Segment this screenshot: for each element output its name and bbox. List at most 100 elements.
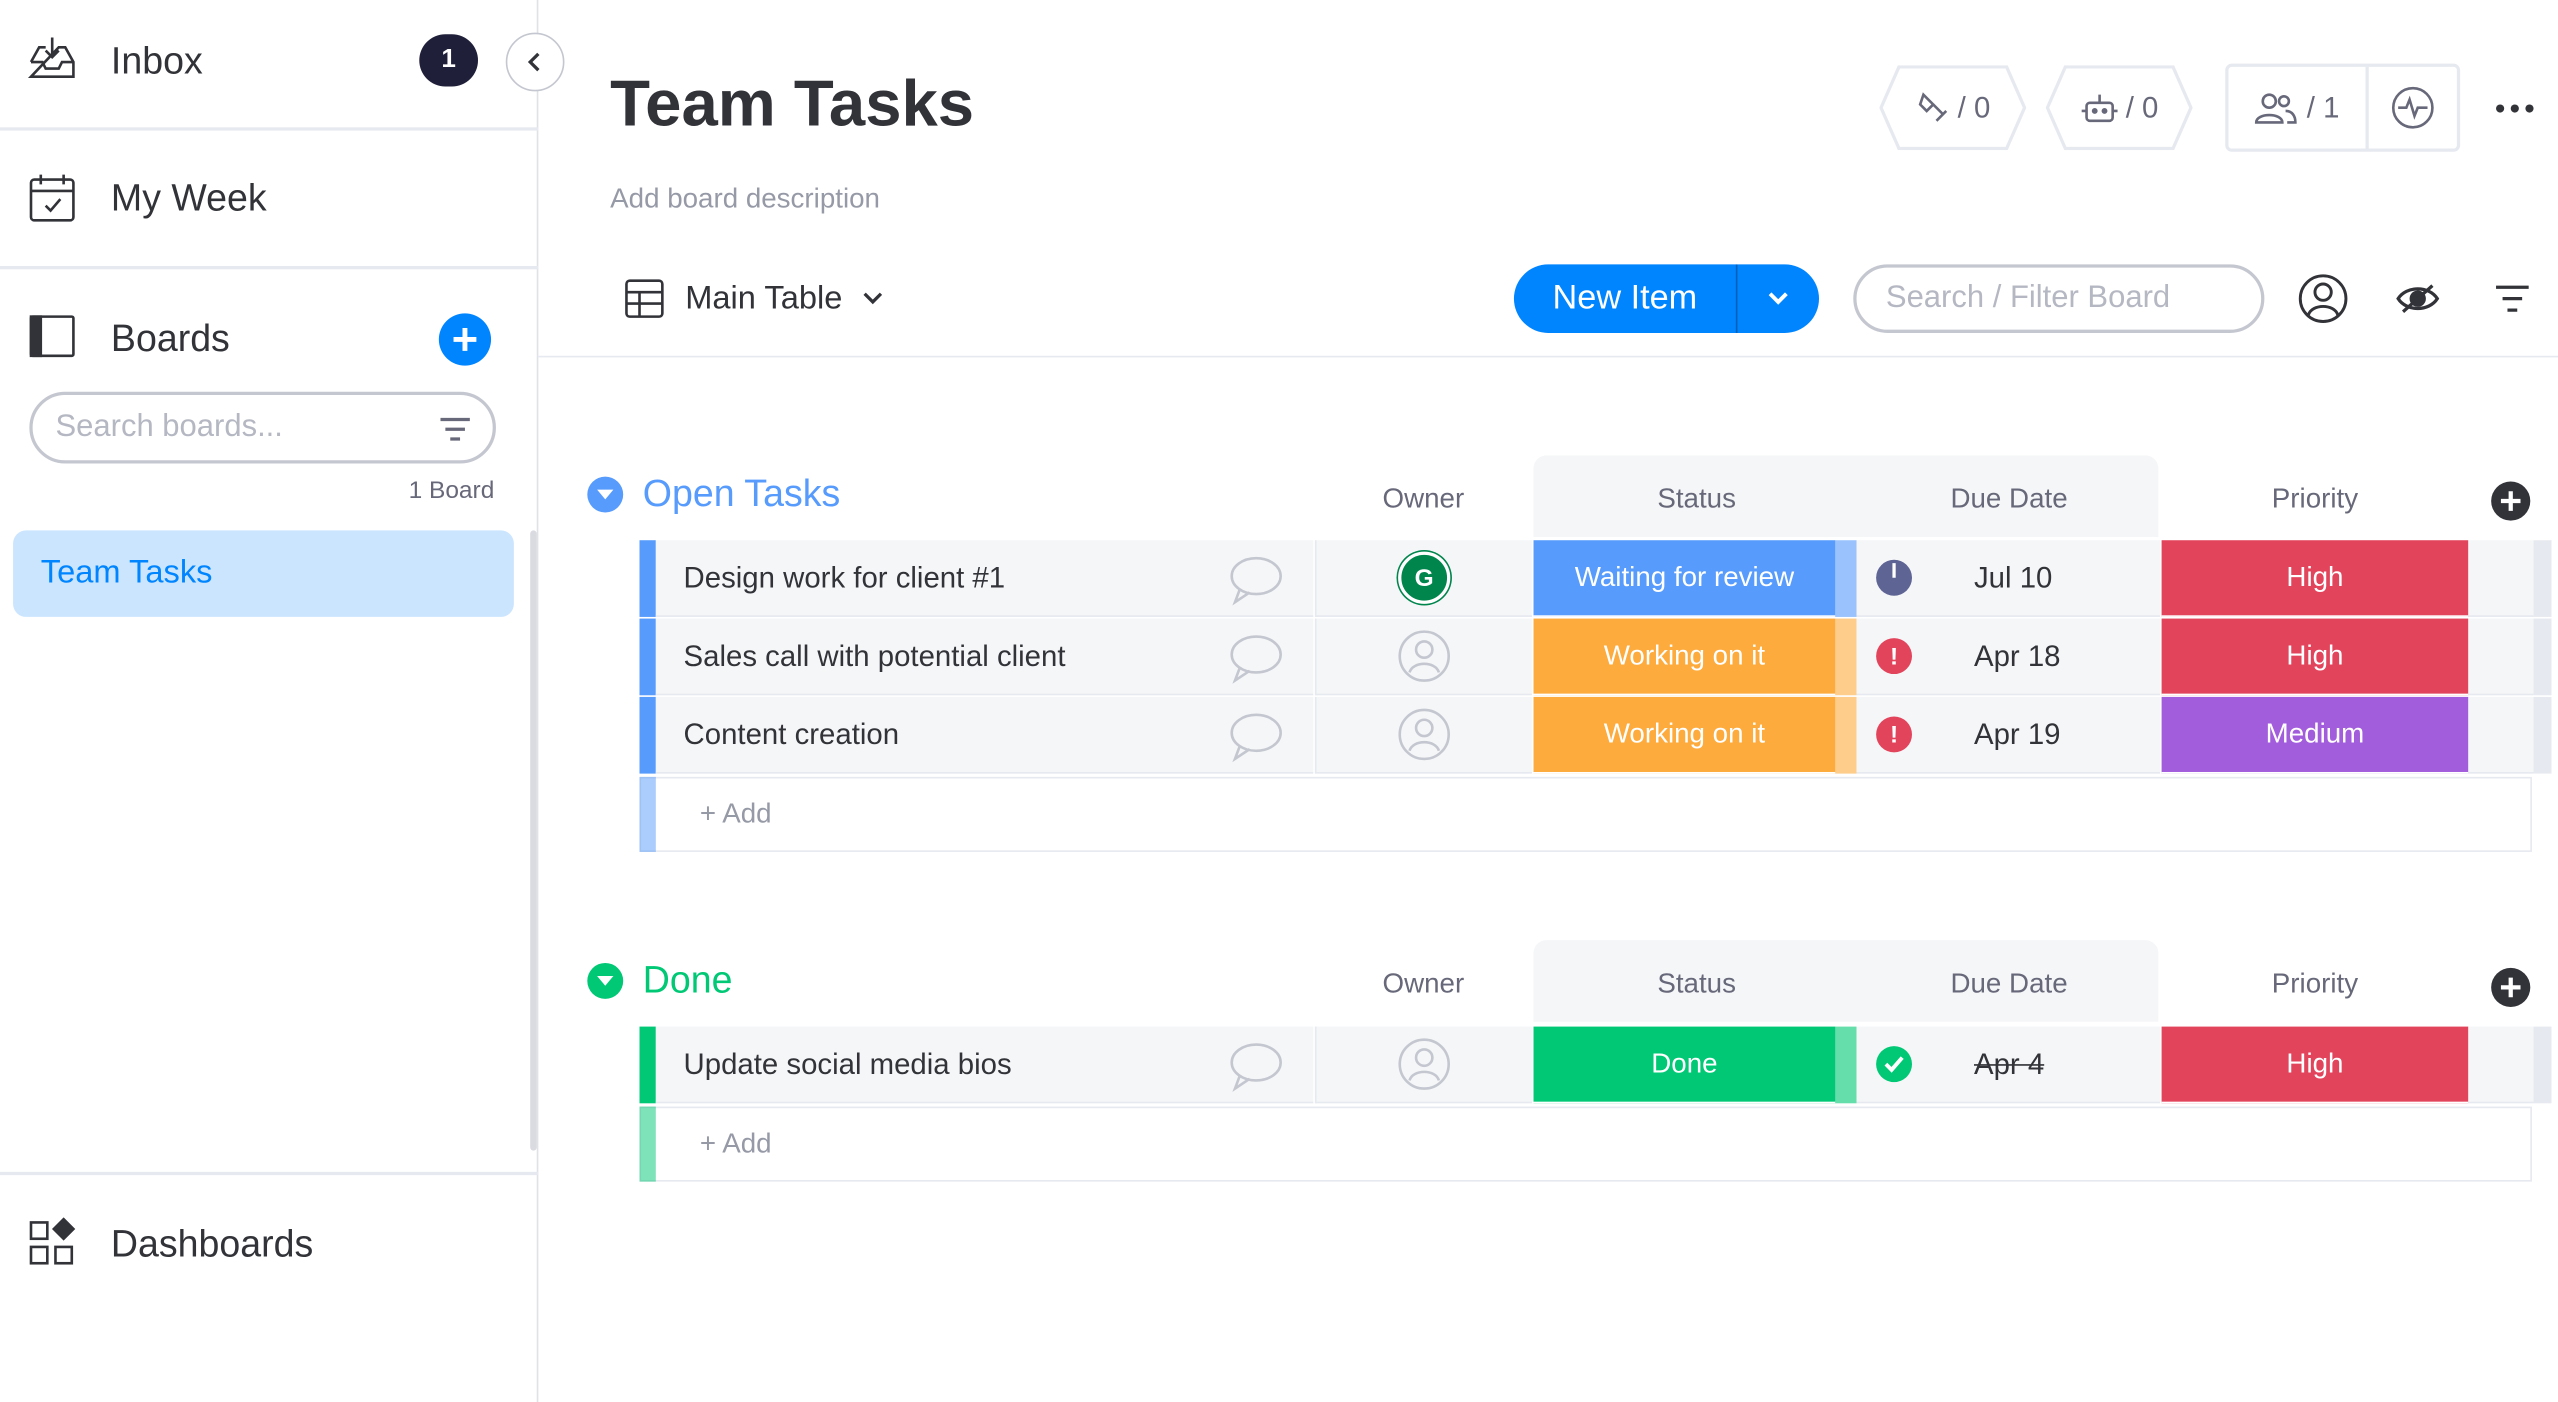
priority-cell[interactable]: High bbox=[2161, 1026, 2469, 1104]
due-date-cell[interactable]: Apr 4 bbox=[1856, 1026, 2160, 1104]
chevron-down-icon bbox=[1768, 292, 1788, 305]
priority-cell[interactable]: Medium bbox=[2161, 696, 2469, 774]
add-column-button[interactable] bbox=[2491, 967, 2531, 1008]
dashboards-icon bbox=[26, 1217, 78, 1278]
sidebar-item-inbox[interactable]: Inbox 1 bbox=[0, 26, 538, 95]
sidebar-divider bbox=[0, 127, 539, 131]
table-scrollbar[interactable] bbox=[2533, 540, 2552, 617]
item-name[interactable]: Update social media bios bbox=[655, 1026, 1314, 1104]
empty-avatar-icon bbox=[1398, 630, 1450, 682]
sidebar-item-dashboards[interactable]: Dashboards bbox=[0, 1209, 538, 1278]
item-name[interactable]: Design work for client #1 bbox=[655, 540, 1314, 617]
row-end-cell bbox=[2468, 540, 2534, 617]
comment-button[interactable] bbox=[1227, 1040, 1286, 1092]
due-date-cell[interactable]: ! Apr 19 bbox=[1856, 696, 2160, 774]
group-title-label: Done bbox=[642, 958, 733, 1001]
view-label: Main Table bbox=[685, 279, 843, 316]
sidebar: Inbox 1 My Week Boards Search boards... … bbox=[0, 0, 565, 1402]
row-color-bar bbox=[639, 1026, 656, 1104]
owner-cell[interactable] bbox=[1314, 618, 1532, 696]
add-board-button[interactable] bbox=[438, 313, 492, 366]
filter-board-field[interactable] bbox=[1853, 264, 2265, 333]
row-end-cell bbox=[2468, 696, 2534, 774]
add-item-row[interactable]: + Add bbox=[639, 776, 2532, 852]
owner-cell[interactable] bbox=[1314, 1026, 1532, 1104]
inbox-count-badge: 1 bbox=[419, 34, 479, 87]
filter-icon[interactable] bbox=[437, 415, 473, 453]
monday-board-page: Inbox 1 My Week Boards Search boards... … bbox=[0, 0, 2558, 1402]
column-header-status[interactable]: Status bbox=[1534, 943, 1860, 1025]
boards-label: Boards bbox=[110, 315, 230, 359]
sidebar-item-my-week[interactable]: My Week bbox=[0, 163, 538, 232]
item-name[interactable]: Content creation bbox=[655, 696, 1314, 774]
automations-button[interactable]: / 0 bbox=[2045, 65, 2193, 151]
table-scrollbar[interactable] bbox=[2533, 1026, 2552, 1104]
sidebar-scrollbar[interactable] bbox=[530, 530, 537, 1151]
inbox-icon bbox=[26, 33, 78, 93]
speech-bubble-icon bbox=[1230, 556, 1282, 606]
table-row[interactable]: Sales call with potential client Working… bbox=[639, 618, 2552, 696]
group-collapse-toggle[interactable] bbox=[587, 962, 624, 999]
activity-button[interactable] bbox=[2369, 67, 2457, 149]
status-cell[interactable]: Waiting for review bbox=[1533, 540, 1836, 617]
filter-button[interactable] bbox=[2485, 271, 2540, 326]
add-item-row[interactable]: + Add bbox=[639, 1106, 2532, 1182]
search-boards-input[interactable] bbox=[55, 408, 431, 448]
table-scrollbar[interactable] bbox=[2533, 696, 2552, 774]
priority-cell[interactable]: High bbox=[2161, 618, 2469, 696]
view-selector[interactable]: Main Table bbox=[623, 264, 885, 333]
status-cell[interactable]: Done bbox=[1533, 1026, 1836, 1104]
due-date-cell[interactable]: ! Apr 18 bbox=[1856, 618, 2160, 696]
item-name[interactable]: Sales call with potential client bbox=[655, 618, 1314, 696]
column-header-due-date[interactable]: Due Date bbox=[1860, 943, 2159, 1025]
collapse-sidebar-button[interactable] bbox=[505, 32, 565, 92]
add-column-button[interactable] bbox=[2491, 481, 2531, 521]
inbox-label: Inbox bbox=[110, 38, 203, 81]
group-collapse-toggle[interactable] bbox=[587, 475, 624, 512]
eye-off-icon bbox=[2396, 284, 2440, 313]
hide-columns-button[interactable] bbox=[2390, 271, 2445, 326]
due-date-text: Jul 10 bbox=[1973, 560, 2053, 594]
table-row[interactable]: Content creation Working on it ! Apr 19 … bbox=[639, 696, 2552, 774]
column-header-priority[interactable]: Priority bbox=[2162, 943, 2469, 1025]
owner-cell[interactable]: G bbox=[1314, 540, 1532, 617]
column-header-due-date[interactable]: Due Date bbox=[1860, 459, 2159, 541]
sidebar-board-team-tasks[interactable]: Team Tasks bbox=[13, 530, 514, 617]
table-row[interactable]: Design work for client #1 G Waiting for … bbox=[639, 540, 2552, 617]
empty-avatar-icon bbox=[1398, 1038, 1450, 1090]
person-filter-button[interactable] bbox=[2295, 271, 2350, 326]
group-title-done[interactable]: Done bbox=[587, 958, 732, 1002]
table-scrollbar[interactable] bbox=[2533, 618, 2552, 696]
new-item-button[interactable]: New Item bbox=[1514, 264, 1736, 333]
comment-button[interactable] bbox=[1227, 632, 1286, 684]
comment-button[interactable] bbox=[1227, 553, 1286, 606]
board-description[interactable]: Add board description bbox=[610, 183, 880, 216]
alert-icon: ! bbox=[1876, 638, 1913, 675]
new-item-dropdown-button[interactable] bbox=[1737, 264, 1819, 333]
board-icon bbox=[26, 312, 78, 369]
due-date-cell[interactable]: Jul 10 bbox=[1856, 540, 2160, 617]
status-cell[interactable]: Working on it bbox=[1533, 618, 1836, 696]
row-color-bar bbox=[639, 540, 656, 617]
board-title[interactable]: Team Tasks bbox=[610, 69, 974, 142]
triangle-down-icon bbox=[597, 488, 614, 499]
column-header-status[interactable]: Status bbox=[1534, 459, 1860, 541]
owner-cell[interactable] bbox=[1314, 696, 1532, 774]
filter-board-input[interactable] bbox=[1885, 279, 2245, 319]
row-color-bar bbox=[639, 618, 656, 696]
table-row[interactable]: Update social media bios Done Apr 4 High bbox=[639, 1026, 2552, 1104]
status-cell[interactable]: Working on it bbox=[1533, 696, 1836, 774]
column-header-owner[interactable]: Owner bbox=[1315, 943, 1532, 1025]
row-end-cell bbox=[2468, 618, 2534, 696]
members-button[interactable]: / 1 bbox=[2228, 66, 2369, 149]
column-header-owner[interactable]: Owner bbox=[1315, 459, 1532, 541]
speech-bubble-icon bbox=[1230, 635, 1282, 684]
group-title-open-tasks[interactable]: Open Tasks bbox=[587, 472, 840, 516]
toolbar-divider bbox=[538, 355, 2558, 358]
search-boards-field[interactable] bbox=[29, 391, 496, 464]
integrations-button[interactable]: / 0 bbox=[1879, 65, 2027, 151]
column-header-priority[interactable]: Priority bbox=[2162, 459, 2469, 541]
more-options-button[interactable] bbox=[2490, 85, 2539, 131]
priority-cell[interactable]: High bbox=[2161, 540, 2469, 617]
comment-button[interactable] bbox=[1227, 710, 1286, 763]
